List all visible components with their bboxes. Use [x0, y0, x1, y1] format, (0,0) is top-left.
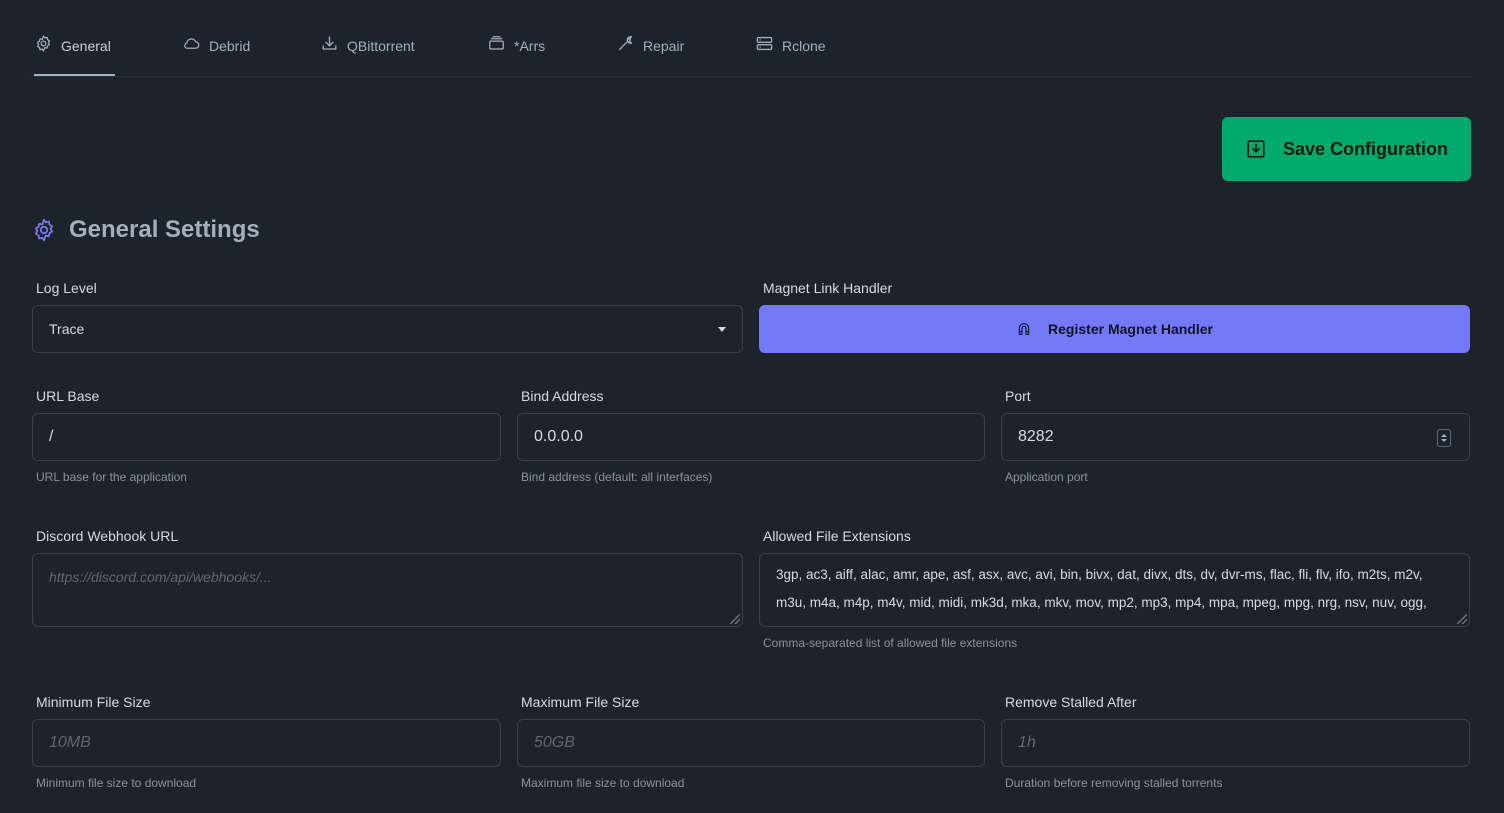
min-file-size-input[interactable]: 10MB — [32, 719, 501, 767]
register-magnet-handler-button[interactable]: Register Magnet Handler — [759, 305, 1470, 353]
bind-address-input[interactable]: 0.0.0.0 — [517, 413, 985, 461]
log-level-value: Trace — [49, 321, 85, 337]
magnet-icon — [1018, 323, 1030, 335]
tab-bar: General Debrid QBittorrent *Arrs Repair … — [31, 0, 1472, 77]
tab-qbittorrent[interactable]: QBittorrent — [320, 36, 415, 76]
max-file-size-input[interactable]: 50GB — [517, 719, 985, 767]
url-base-input[interactable]: / — [32, 413, 501, 461]
gear-icon — [36, 35, 51, 52]
tab-label: *Arrs — [514, 38, 546, 54]
log-level-select[interactable]: Trace — [32, 305, 743, 353]
tab-label: Rclone — [782, 38, 826, 54]
cloud-icon — [184, 38, 200, 49]
download-icon — [322, 36, 337, 50]
allowed-extensions-value: 3gp, ac3, aiff, alac, amr, ape, asf, asx… — [776, 567, 1427, 610]
remove-stalled-label: Remove Stalled After — [1005, 694, 1137, 710]
resize-handle-icon[interactable] — [730, 614, 740, 624]
stack-icon — [489, 36, 504, 50]
section-title: General Settings — [69, 216, 260, 243]
allowed-extensions-input[interactable]: 3gp, ac3, aiff, alac, amr, ape, asf, asx… — [759, 553, 1470, 627]
port-value: 8282 — [1018, 428, 1054, 445]
discord-webhook-placeholder: https://discord.com/api/webhooks/... — [49, 569, 272, 585]
tab-label: General — [61, 38, 111, 54]
remove-stalled-input[interactable]: 1h — [1001, 719, 1470, 767]
allowed-extensions-hint: Comma-separated list of allowed file ext… — [763, 636, 1018, 650]
discord-webhook-label: Discord Webhook URL — [36, 528, 179, 544]
remove-stalled-placeholder: 1h — [1018, 734, 1036, 751]
tab-rclone[interactable]: Rclone — [755, 36, 826, 76]
section-header: General Settings — [31, 215, 260, 245]
port-input[interactable]: 8282 — [1001, 413, 1470, 461]
save-configuration-button[interactable]: Save Configuration — [1222, 117, 1471, 181]
url-base-label: URL Base — [36, 388, 100, 404]
save-button-label: Save Configuration — [1282, 138, 1448, 159]
chevron-down-icon — [718, 327, 726, 332]
port-hint: Application port — [1005, 470, 1088, 484]
port-label: Port — [1005, 388, 1031, 404]
min-file-size-hint: Minimum file size to download — [36, 776, 197, 790]
wrench-icon — [618, 36, 633, 51]
tab-repair[interactable]: Repair — [616, 36, 684, 76]
server-icon — [756, 36, 773, 51]
log-level-label: Log Level — [36, 280, 97, 296]
number-stepper-icon[interactable] — [1437, 429, 1451, 447]
tab-general[interactable]: General — [34, 35, 115, 76]
min-file-size-label: Minimum File Size — [36, 694, 151, 710]
allowed-extensions-label: Allowed File Extensions — [763, 528, 911, 544]
magnet-button-label: Register Magnet Handler — [1048, 321, 1213, 337]
max-file-size-hint: Maximum file size to download — [521, 776, 685, 790]
tab-arrs[interactable]: *Arrs — [487, 36, 545, 76]
magnet-handler-label: Magnet Link Handler — [763, 280, 893, 296]
tab-label: Repair — [643, 38, 685, 54]
max-file-size-placeholder: 50GB — [534, 734, 575, 751]
discord-webhook-input[interactable]: https://discord.com/api/webhooks/... — [32, 553, 743, 627]
gear-icon — [35, 218, 53, 242]
bind-address-value: 0.0.0.0 — [534, 428, 583, 445]
max-file-size-label: Maximum File Size — [521, 694, 640, 710]
tab-debrid[interactable]: Debrid — [182, 36, 250, 76]
tab-label: QBittorrent — [347, 38, 415, 54]
remove-stalled-hint: Duration before removing stalled torrent… — [1005, 776, 1223, 790]
min-file-size-placeholder: 10MB — [49, 734, 91, 751]
save-icon — [1247, 140, 1265, 158]
resize-handle-icon[interactable] — [1457, 614, 1467, 624]
url-base-hint: URL base for the application — [36, 470, 187, 484]
url-base-value: / — [49, 428, 54, 445]
tab-label: Debrid — [209, 38, 251, 54]
bind-address-label: Bind Address — [521, 388, 604, 404]
bind-address-hint: Bind address (default: all interfaces) — [521, 470, 713, 484]
